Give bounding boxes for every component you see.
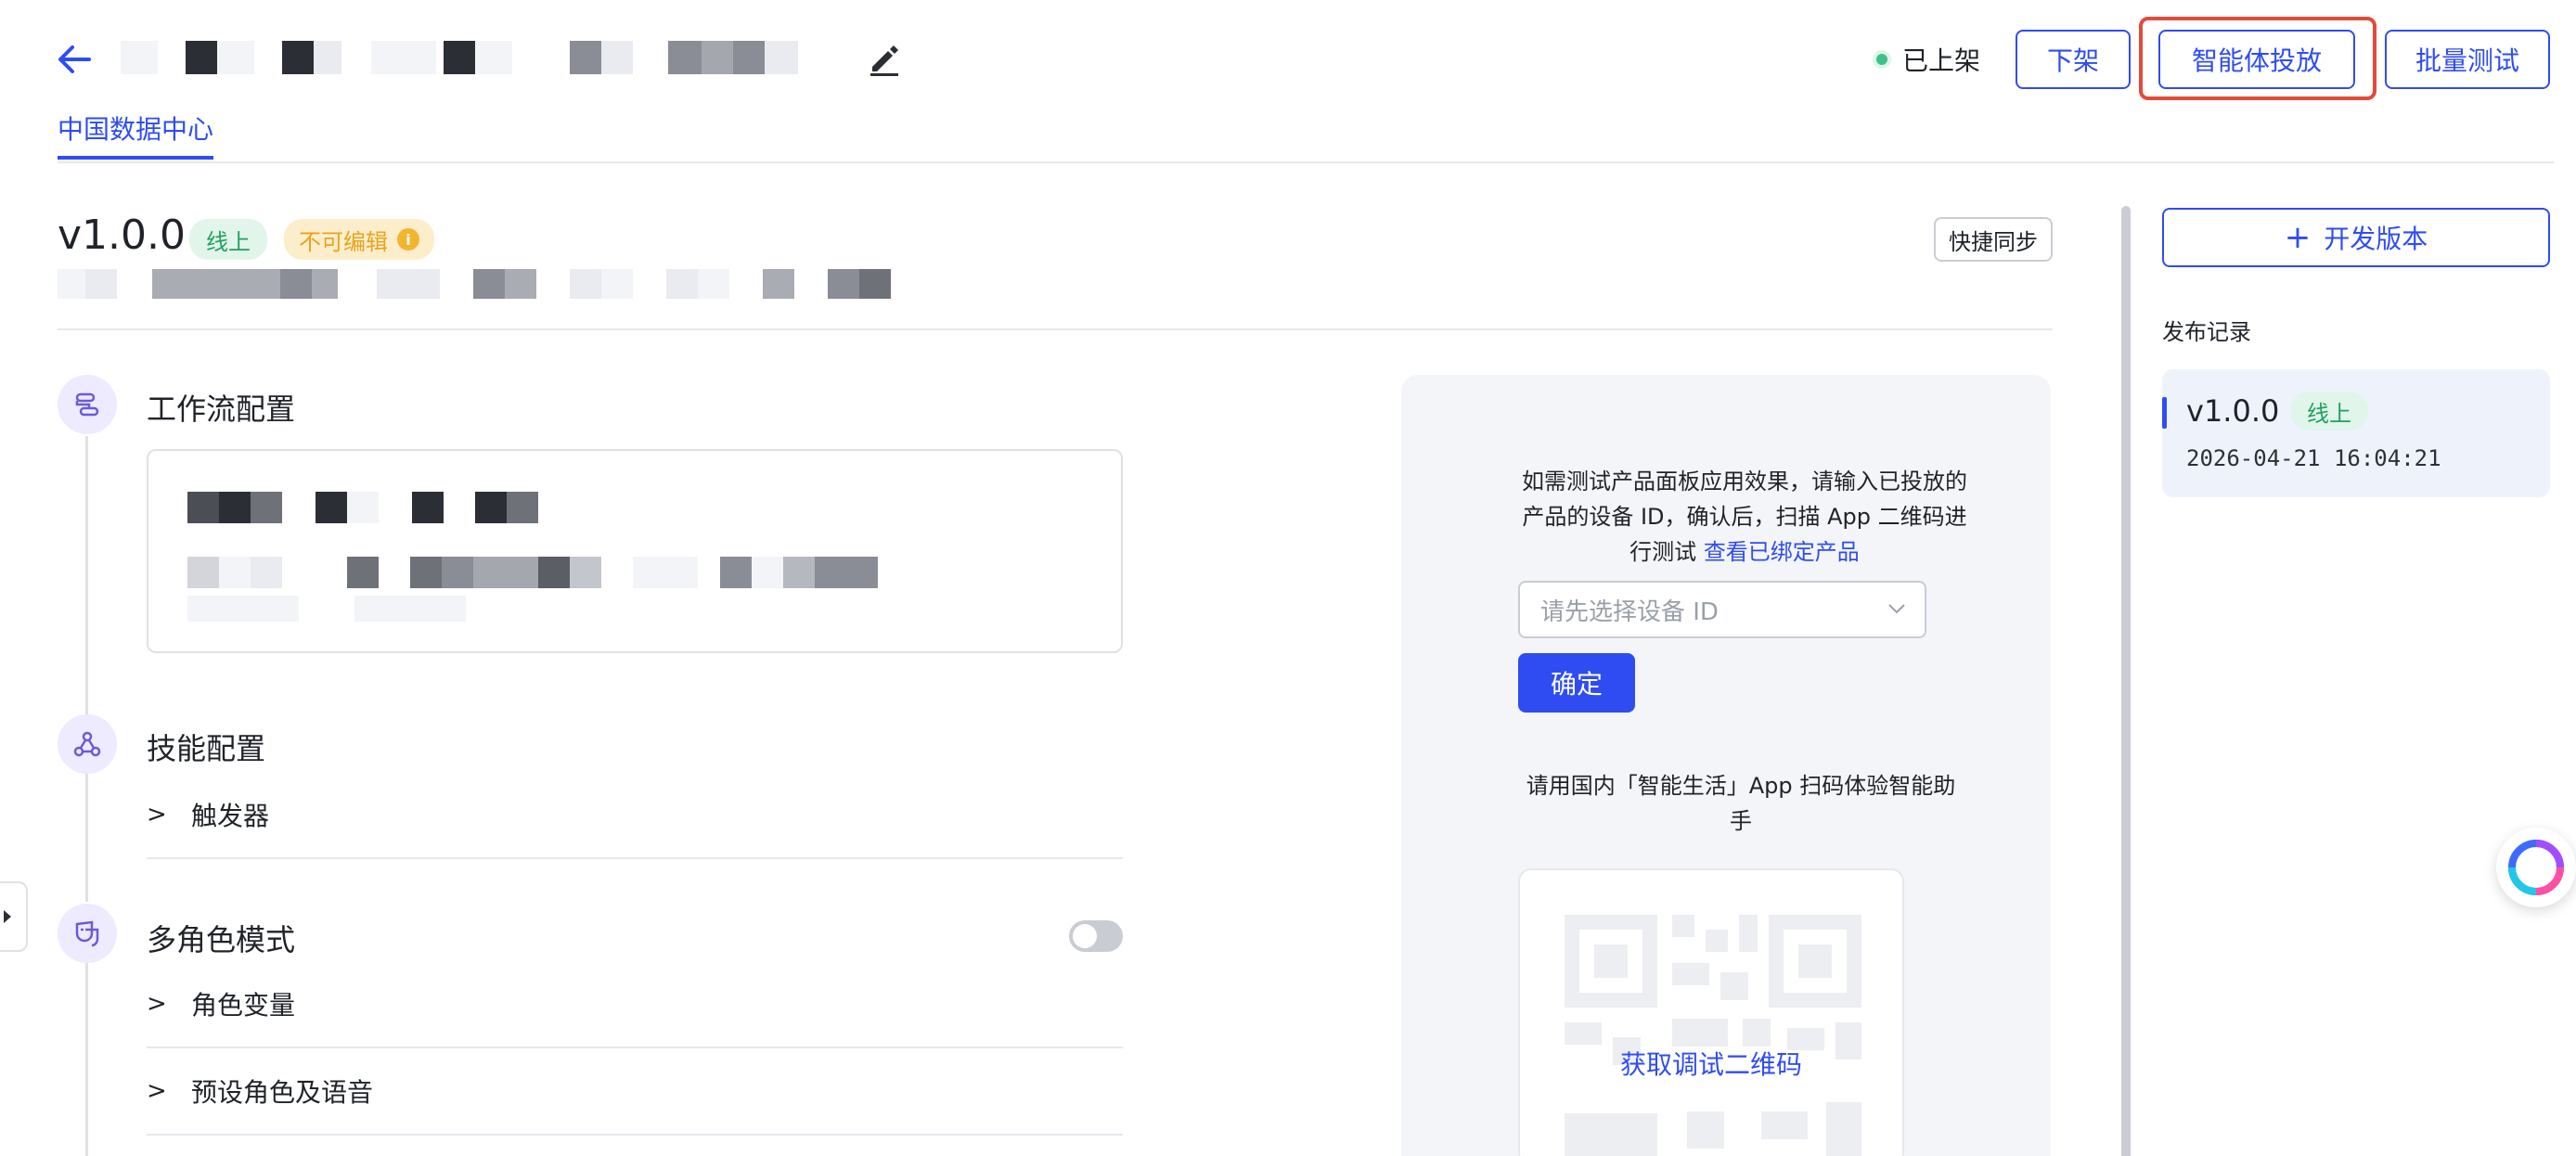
active-tab-indicator xyxy=(58,156,213,160)
mask-icon xyxy=(75,920,99,947)
active-record-indicator xyxy=(2162,397,2167,429)
chevron-right-icon: > xyxy=(147,801,167,828)
chevron-right-icon: > xyxy=(147,1077,167,1105)
sidebar-expand-tab[interactable] xyxy=(0,881,28,952)
qr-code-placeholder-icon xyxy=(1565,915,1861,1156)
timeline-connector xyxy=(85,436,88,714)
back-arrow-icon[interactable] xyxy=(54,39,95,80)
preset-roles-label: 预设角色及语音 xyxy=(191,1077,374,1108)
role-variables-label: 角色变量 xyxy=(191,990,296,1021)
unlist-button[interactable]: 下架 xyxy=(2016,30,2131,89)
readonly-tag: 不可编辑 i xyxy=(284,219,434,260)
record-timestamp: 2026-04-21 16:04:21 xyxy=(2186,445,2441,471)
test-instructions-line3: 行测试 查看已绑定产品 xyxy=(1513,534,1977,570)
trigger-label: 触发器 xyxy=(191,801,270,831)
readonly-tag-label: 不可编辑 xyxy=(299,228,388,255)
skill-icon xyxy=(58,714,117,774)
workflow-section-title: 工作流配置 xyxy=(147,392,296,427)
record-version: v1.0.0 xyxy=(2186,393,2280,429)
deploy-agent-button[interactable]: 智能体投放 xyxy=(2158,30,2355,89)
scan-instructions-line2: 手 xyxy=(1730,808,1752,834)
status-dot-icon xyxy=(1876,54,1887,65)
redacted-workflow-extra xyxy=(187,596,484,622)
preset-roles-row[interactable]: > 预设角色及语音 xyxy=(147,1048,1123,1136)
confirm-button[interactable]: 确定 xyxy=(1518,653,1635,713)
test-instructions-line2: 产品的设备 ID，确认后，扫描 App 二维码进 xyxy=(1522,504,1967,530)
status-label: 已上架 xyxy=(1902,45,1981,76)
redacted-agent-name xyxy=(121,41,826,74)
qr-code-card[interactable] xyxy=(1518,868,1904,1156)
edit-icon[interactable] xyxy=(865,41,902,78)
info-icon[interactable]: i xyxy=(397,228,419,250)
device-id-select[interactable]: 请先选择设备 ID xyxy=(1518,581,1926,638)
timeline-connector xyxy=(85,963,88,1156)
tab-china-data-center[interactable]: 中国数据中心 xyxy=(58,109,213,147)
release-records-title: 发布记录 xyxy=(2162,319,2251,345)
version-divider xyxy=(58,328,2053,330)
chevron-right-icon: > xyxy=(147,990,167,1018)
multi-role-toggle[interactable] xyxy=(1069,920,1123,952)
version-title: v1.0.0 xyxy=(58,212,186,259)
header-divider xyxy=(58,161,2554,163)
toggle-knob xyxy=(1073,924,1097,948)
assistant-logo-icon xyxy=(2508,840,2564,895)
listing-status: 已上架 xyxy=(1876,39,1980,80)
workflow-glyph-icon xyxy=(75,392,99,417)
multi-role-icon xyxy=(58,904,117,963)
multi-role-section-title: 多角色模式 xyxy=(147,922,296,957)
assistant-float-button[interactable] xyxy=(2496,828,2576,907)
redacted-version-description xyxy=(58,269,893,299)
dev-version-button[interactable]: + 开发版本 xyxy=(2162,208,2550,267)
batch-test-button[interactable]: 批量测试 xyxy=(2385,30,2550,89)
plus-icon: + xyxy=(2284,219,2312,256)
vertical-scrollbar[interactable] xyxy=(2121,206,2131,1156)
dev-version-label: 开发版本 xyxy=(2324,224,2428,254)
skill-glyph-icon xyxy=(73,731,101,757)
test-instructions-line3-text: 行测试 xyxy=(1629,539,1697,565)
release-record-card[interactable] xyxy=(2162,369,2550,497)
view-bound-products-link[interactable]: 查看已绑定产品 xyxy=(1704,539,1860,565)
record-online-tag: 线上 xyxy=(2290,392,2368,430)
scan-instructions: 请用国内「智能生活」App 扫码体验智能助 手 xyxy=(1518,768,1964,839)
caret-right-icon xyxy=(4,910,11,923)
role-variables-row[interactable]: > 角色变量 xyxy=(147,961,1123,1048)
skill-section-title: 技能配置 xyxy=(147,731,266,766)
trigger-row[interactable]: > 触发器 xyxy=(147,772,1123,859)
test-instructions: 如需测试产品面板应用效果，请输入已投放的 产品的设备 ID，确认后，扫描 App… xyxy=(1513,464,1977,570)
device-id-placeholder: 请先选择设备 ID xyxy=(1540,597,1719,626)
chevron-down-icon xyxy=(1888,604,1905,614)
workflow-icon xyxy=(58,375,117,434)
scan-instructions-line1: 请用国内「智能生活」App 扫码体验智能助 xyxy=(1526,773,1956,799)
test-instructions-line1: 如需测试产品面板应用效果，请输入已投放的 xyxy=(1522,469,1967,495)
redacted-workflow-description xyxy=(187,557,893,588)
timeline-connector xyxy=(85,772,88,902)
online-tag: 线上 xyxy=(189,219,267,260)
get-debug-qr-link[interactable]: 获取调试二维码 xyxy=(1620,1045,1802,1082)
quick-sync-button[interactable]: 快捷同步 xyxy=(1934,217,2053,262)
workflow-config-box[interactable] xyxy=(147,449,1123,653)
redacted-workflow-name xyxy=(187,492,559,523)
